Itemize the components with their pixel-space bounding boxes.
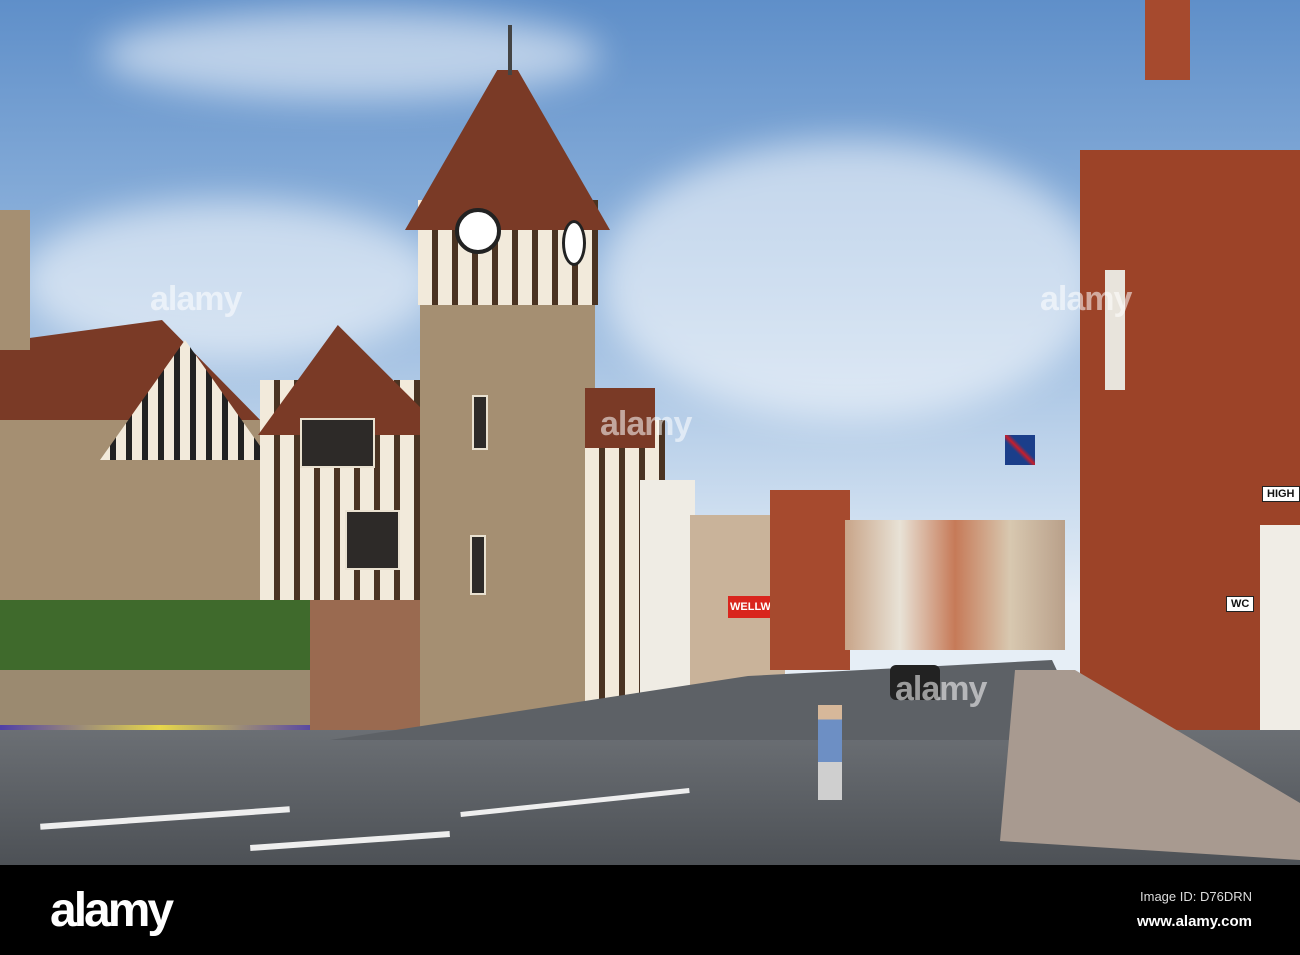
chimney [0, 210, 30, 350]
window [300, 418, 375, 468]
clock-tower [420, 300, 595, 730]
watermark: alamy [895, 670, 987, 708]
weathervane [508, 25, 512, 75]
union-flag [1005, 435, 1035, 465]
pedestrian [818, 705, 842, 800]
footer-bar: alamy Image ID: D76DRN www.alamy.com [0, 865, 1300, 955]
library-entrance [310, 600, 435, 730]
street-name-sign: HIGH [1262, 486, 1300, 502]
clock-face [455, 208, 501, 254]
chimney [1145, 0, 1190, 80]
distant-buildings [845, 520, 1065, 650]
hedge [0, 600, 310, 680]
window [345, 510, 400, 570]
cloud [600, 140, 1100, 420]
watermark: alamy [150, 280, 242, 318]
street-photo: WELLWORTH WC HIGH alamy alamy alamy alam… [0, 0, 1300, 865]
watermark: alamy [600, 405, 692, 443]
brick-building [770, 490, 850, 670]
white-building [640, 480, 695, 700]
site-url: www.alamy.com [1136, 913, 1252, 930]
alamy-logo: alamy [50, 884, 174, 937]
window [472, 395, 488, 450]
image-id: Image ID: D76DRN [1140, 889, 1252, 904]
wc-sign: WC [1226, 596, 1255, 612]
window [470, 535, 486, 595]
watermark: alamy [1040, 280, 1132, 318]
clock-face-side [562, 220, 586, 266]
